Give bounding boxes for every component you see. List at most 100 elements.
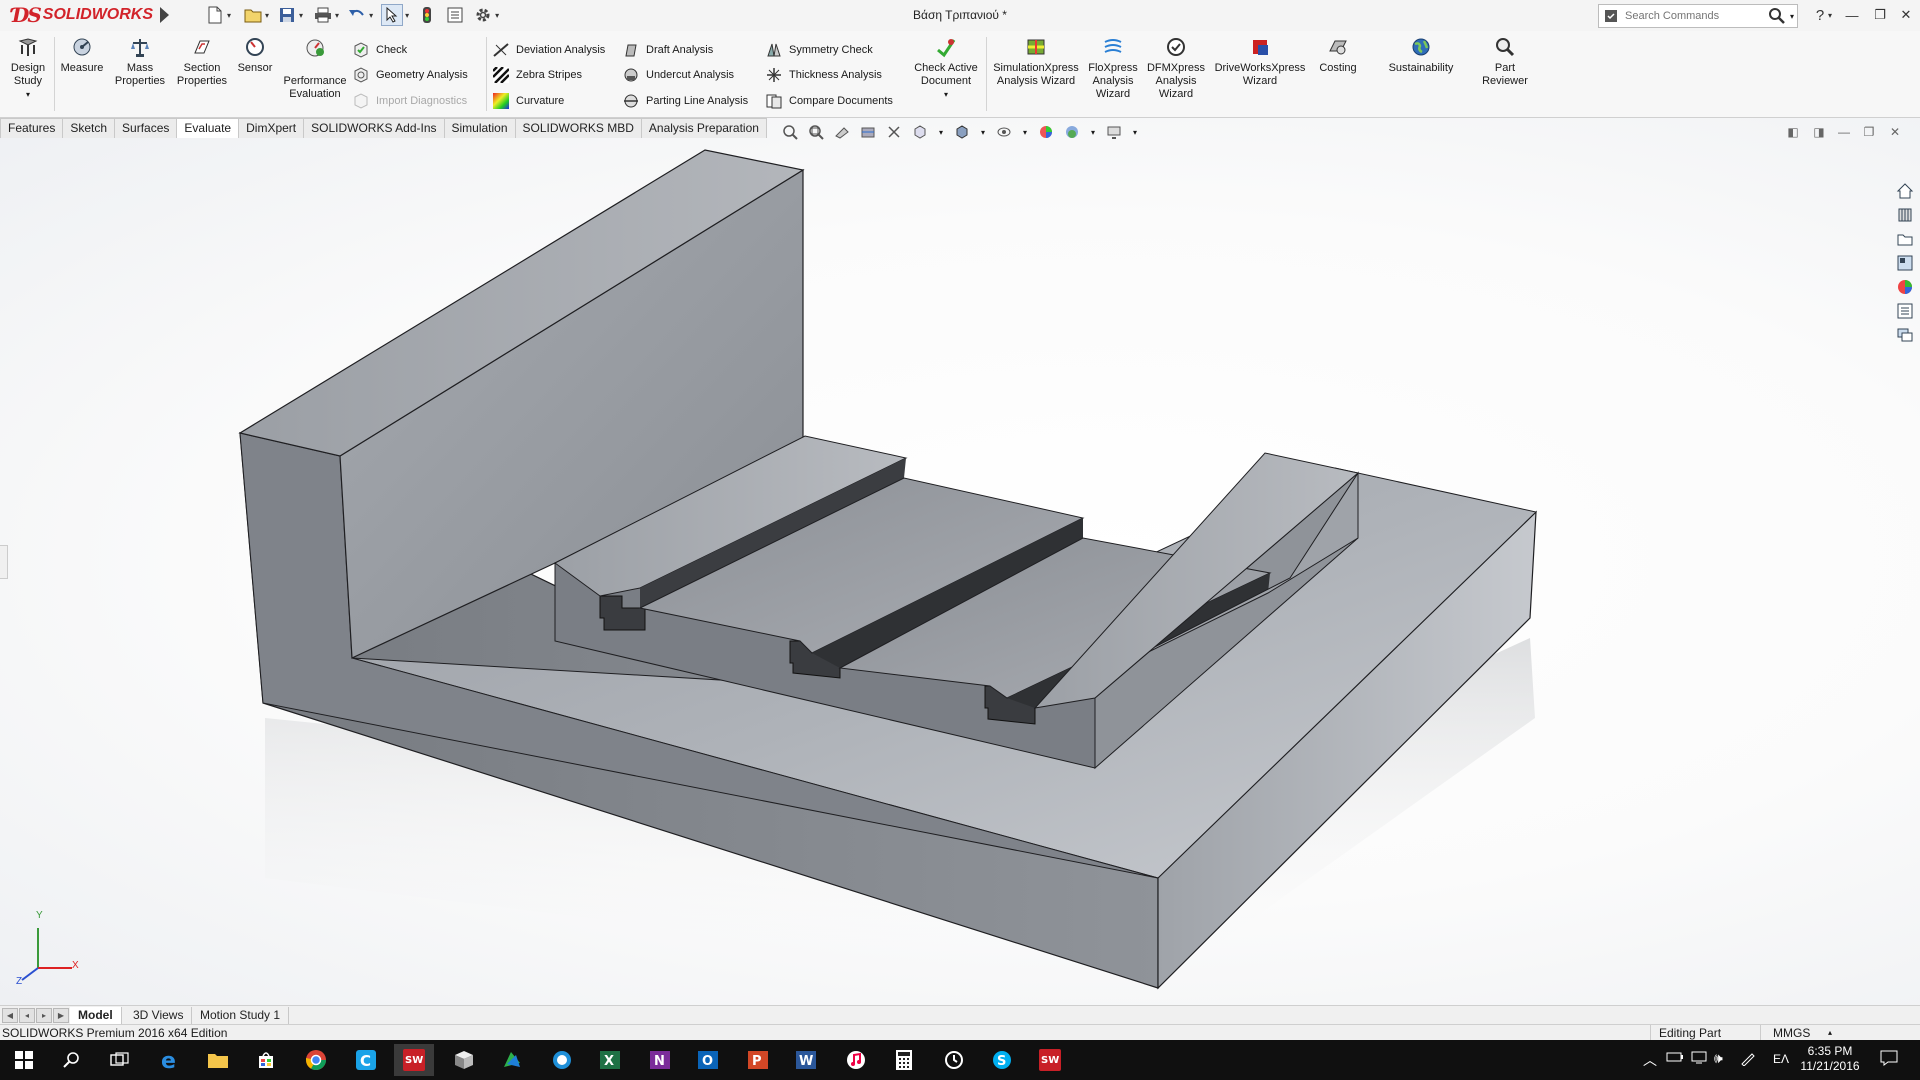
check-button[interactable]: Check: [352, 40, 407, 60]
restore-window-icon[interactable]: ❐: [1868, 4, 1892, 26]
custom-properties-icon[interactable]: [1894, 300, 1916, 322]
power-battery-icon[interactable]: [1666, 1050, 1684, 1067]
solidworks-forum-icon[interactable]: [1894, 324, 1916, 346]
sustainability-button[interactable]: Sustainability: [1380, 35, 1462, 75]
curvature-button[interactable]: Curvature: [492, 91, 564, 111]
appearances-scenes-icon[interactable]: [1894, 276, 1916, 298]
itunes-icon[interactable]: [836, 1044, 876, 1076]
save-icon[interactable]: [277, 5, 297, 25]
last-tab-arrow-icon[interactable]: ▶: [53, 1008, 69, 1023]
display-style-icon[interactable]: [952, 123, 972, 141]
view-orientation-dropdown-icon[interactable]: ▾: [936, 123, 946, 141]
units-dropdown-icon[interactable]: ▴: [1828, 1025, 1832, 1041]
app-circle-icon[interactable]: [542, 1044, 582, 1076]
show-hidden-icons-icon[interactable]: ︿: [1643, 1050, 1657, 1070]
tab-sketch[interactable]: Sketch: [62, 118, 116, 138]
outlook-icon[interactable]: O: [688, 1044, 728, 1076]
menu-expand-arrow-icon[interactable]: [160, 7, 169, 23]
options-dropdown-icon[interactable]: ▾: [495, 11, 499, 20]
print-icon[interactable]: [313, 5, 333, 25]
rebuild-traffic-light-icon[interactable]: [417, 5, 437, 25]
units-selector[interactable]: MMGS: [1760, 1025, 1810, 1041]
word-icon[interactable]: W: [786, 1044, 826, 1076]
draft-analysis-button[interactable]: Draft Analysis: [622, 40, 713, 60]
chrome-icon[interactable]: [296, 1044, 336, 1076]
sensor-button[interactable]: Sensor: [234, 35, 276, 75]
undo-dropdown-icon[interactable]: ▾: [369, 11, 373, 20]
open-folder-icon[interactable]: [243, 5, 263, 25]
simulationxpress-button[interactable]: SimulationXpress Analysis Wizard: [990, 35, 1082, 88]
section-view-icon[interactable]: [858, 123, 878, 141]
solidworks-2016-taskbar-icon[interactable]: SW: [394, 1044, 434, 1076]
hide-show-items-icon[interactable]: [994, 123, 1014, 141]
windows-start-icon[interactable]: [4, 1044, 44, 1076]
skype-icon[interactable]: S: [982, 1044, 1022, 1076]
tab-motion-study-1[interactable]: Motion Study 1: [192, 1007, 290, 1024]
select-cursor-icon[interactable]: [381, 4, 404, 26]
solidworks-resources-home-icon[interactable]: [1894, 180, 1916, 202]
search-dropdown-icon[interactable]: ▾: [1790, 12, 1794, 21]
design-study-dropdown-icon[interactable]: ▾: [26, 88, 30, 101]
apply-scene-icon[interactable]: [1062, 123, 1082, 141]
zebra-stripes-button[interactable]: Zebra Stripes: [492, 65, 582, 85]
tab-evaluate[interactable]: Evaluate: [176, 118, 240, 138]
zoom-to-area-icon[interactable]: [806, 123, 826, 141]
part-model-3d[interactable]: [0, 118, 1920, 1005]
search-magnifier-icon[interactable]: [1768, 7, 1786, 25]
geometry-analysis-button[interactable]: Geometry Analysis: [352, 65, 468, 85]
onenote-icon[interactable]: N: [640, 1044, 680, 1076]
tab-surfaces[interactable]: Surfaces: [114, 118, 178, 138]
tab-dimxpert[interactable]: DimXpert: [238, 118, 305, 138]
design-study-button[interactable]: Design Study ▾: [8, 35, 48, 101]
solidworks-logo[interactable]: ƊS SOLIDWORKS: [12, 3, 153, 27]
store-icon[interactable]: [246, 1044, 286, 1076]
volume-icon[interactable]: 🕪: [1714, 1050, 1723, 1067]
viewport-minimize-icon[interactable]: —: [1833, 123, 1855, 141]
close-window-icon[interactable]: ✕: [1894, 4, 1918, 26]
costing-button[interactable]: Costing: [1312, 35, 1364, 75]
search-commands-box[interactable]: ▾: [1598, 4, 1798, 28]
minimize-window-icon[interactable]: —: [1840, 4, 1864, 26]
section-properties-button[interactable]: Section Properties: [172, 35, 232, 88]
open-dropdown-icon[interactable]: ▾: [265, 11, 269, 20]
graphics-area[interactable]: Y X Z: [0, 118, 1920, 1005]
tab-features[interactable]: Features: [0, 118, 64, 138]
import-diagnostics-button[interactable]: Import Diagnostics: [352, 91, 467, 111]
dfmxpress-button[interactable]: DFMXpress Analysis Wizard: [1145, 35, 1207, 101]
options-gear-icon[interactable]: [473, 5, 493, 25]
zoom-to-fit-icon[interactable]: [780, 123, 800, 141]
next-tab-arrow-icon[interactable]: ▸: [36, 1008, 52, 1023]
viewport-tile-left-icon[interactable]: ◧: [1782, 123, 1804, 141]
symmetry-check-button[interactable]: Symmetry Check: [765, 40, 873, 60]
file-explorer-icon[interactable]: [1894, 228, 1916, 250]
file-explorer-taskbar-icon[interactable]: [198, 1044, 238, 1076]
taskbar-search-icon[interactable]: [52, 1044, 92, 1076]
compare-documents-button[interactable]: Compare Documents: [765, 91, 893, 111]
pen-ink-icon[interactable]: [1740, 1050, 1756, 1069]
edrawings-icon[interactable]: [444, 1044, 484, 1076]
input-language-indicator[interactable]: ΕΛ: [1773, 1052, 1789, 1066]
tab-3d-views[interactable]: 3D Views: [125, 1007, 193, 1024]
performance-evaluation-button[interactable]: Performance Evaluation: [280, 35, 350, 101]
new-dropdown-icon[interactable]: ▾: [227, 11, 231, 20]
design-app-icon[interactable]: [492, 1044, 532, 1076]
tab-solidworks-add-ins[interactable]: SOLIDWORKS Add-Ins: [303, 118, 445, 138]
tab-solidworks-mbd[interactable]: SOLIDWORKS MBD: [514, 118, 642, 138]
alarms-clock-icon[interactable]: [934, 1044, 974, 1076]
prev-tab-arrow-icon[interactable]: ◂: [19, 1008, 35, 1023]
tab-model[interactable]: Model: [70, 1007, 122, 1024]
viewport-restore-icon[interactable]: ❐: [1858, 123, 1880, 141]
deviation-analysis-button[interactable]: Deviation Analysis: [492, 40, 605, 60]
design-library-icon[interactable]: [1894, 204, 1916, 226]
edit-appearance-icon[interactable]: [1036, 123, 1056, 141]
powerpoint-icon[interactable]: P: [738, 1044, 778, 1076]
new-document-icon[interactable]: [205, 5, 225, 25]
part-reviewer-button[interactable]: Part Reviewer: [1478, 35, 1532, 88]
undo-icon[interactable]: [347, 5, 367, 25]
solidworks-running-icon[interactable]: SW: [1030, 1044, 1070, 1076]
calculator-icon[interactable]: [884, 1044, 924, 1076]
check-active-document-dropdown-icon[interactable]: ▾: [944, 88, 948, 101]
select-dropdown-icon[interactable]: ▾: [405, 11, 409, 20]
measure-button[interactable]: Measure: [58, 35, 106, 75]
display-style-dropdown-icon[interactable]: ▾: [978, 123, 988, 141]
